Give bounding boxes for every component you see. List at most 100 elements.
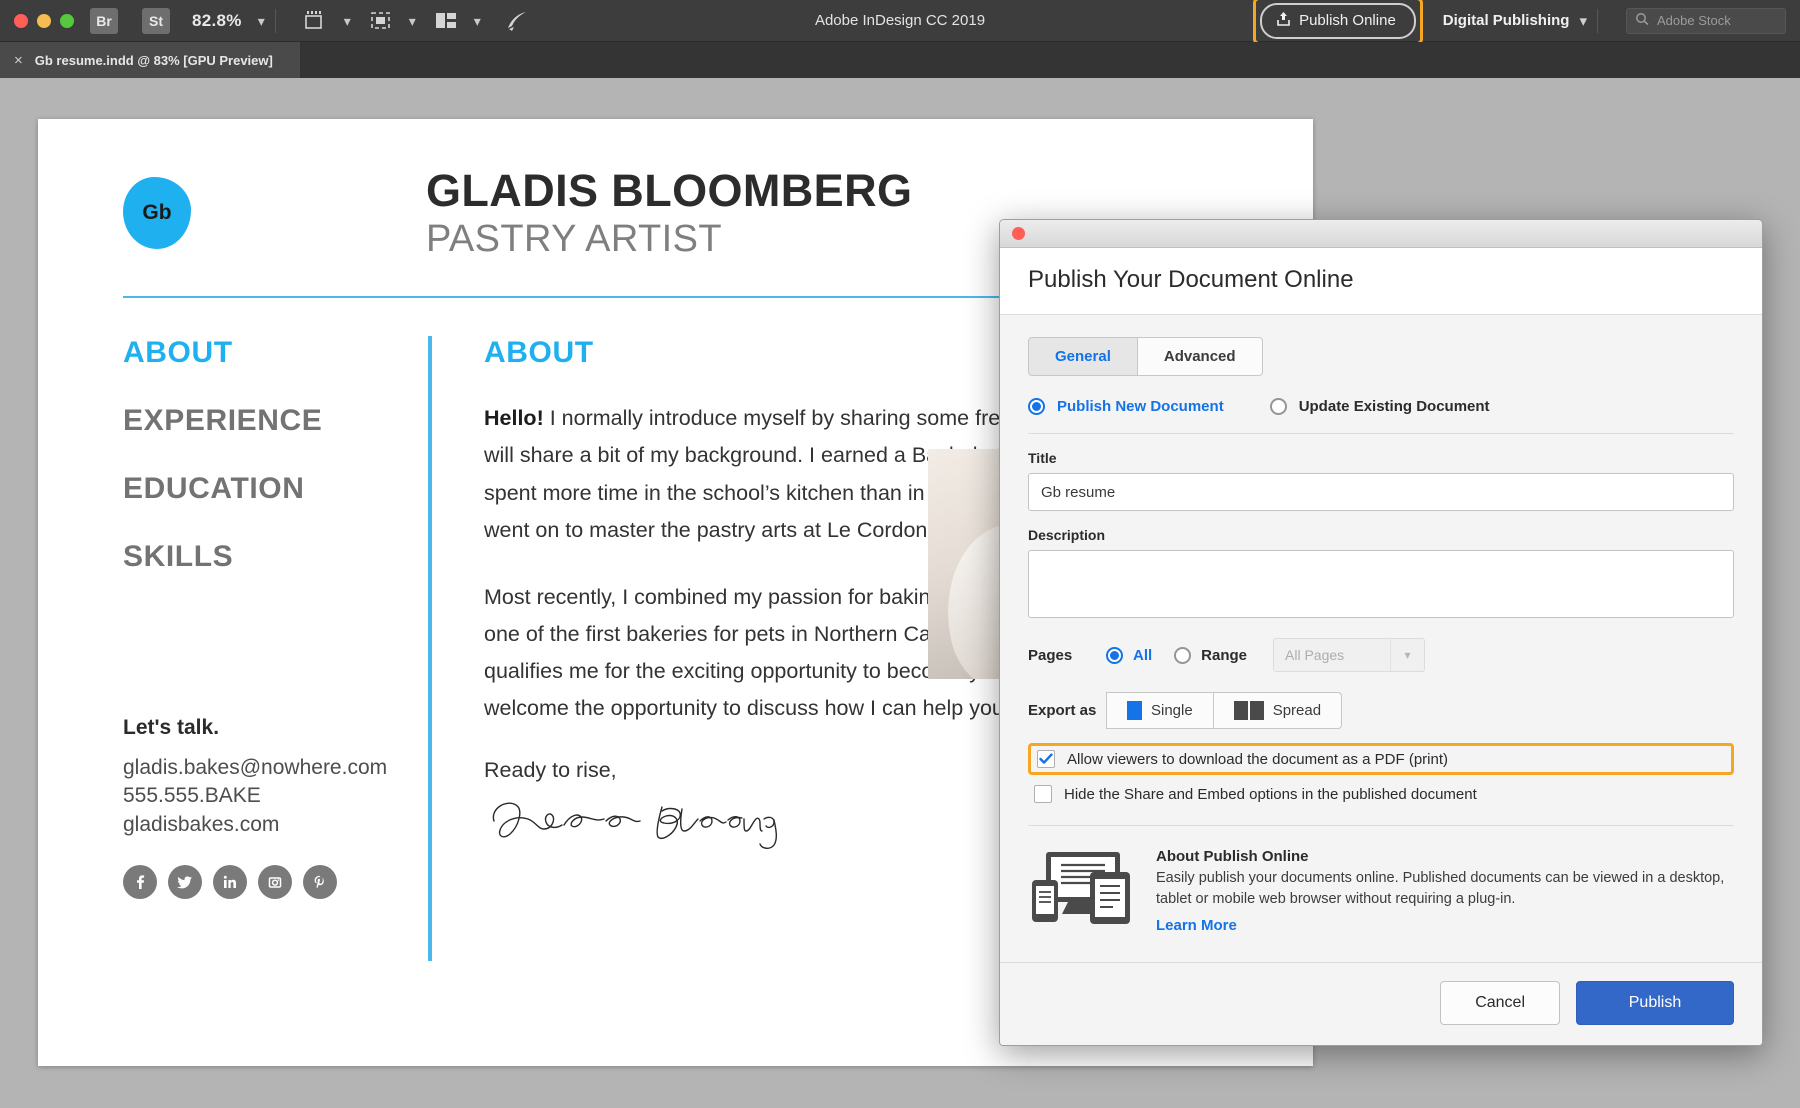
allow-download-checkbox-row[interactable]: Allow viewers to download the document a… xyxy=(1031,746,1731,772)
checkbox-hide-share-embed[interactable] xyxy=(1034,785,1052,803)
resume-nav-experience[interactable]: EXPERIENCE xyxy=(123,404,428,438)
pinterest-icon[interactable] xyxy=(303,865,337,900)
vertical-accent-rule xyxy=(428,336,432,962)
resume-section-nav: ABOUT EXPERIENCE EDUCATION SKILLS Let's … xyxy=(123,336,428,961)
menubar-right-cluster: Publish Online Digital Publishing ▾ Adob… xyxy=(1253,0,1800,45)
window-traffic-lights xyxy=(0,13,74,28)
stock-button[interactable]: St xyxy=(142,7,170,34)
label-pages-range: Range xyxy=(1201,646,1248,664)
minimize-window-button[interactable] xyxy=(37,13,51,28)
arrange-documents-icon[interactable] xyxy=(434,11,458,30)
page-range-select[interactable]: All Pages ▾ xyxy=(1273,638,1426,672)
workspace-chevron-down-icon: ▾ xyxy=(1579,12,1587,30)
contact-website: gladisbakes.com xyxy=(123,812,280,836)
linkedin-icon[interactable] xyxy=(213,865,247,900)
label-publish-new-document: Publish New Document xyxy=(1057,398,1224,415)
search-icon xyxy=(1635,12,1650,29)
close-icon[interactable]: × xyxy=(14,52,23,69)
contact-heading: Let's talk. xyxy=(123,716,220,740)
workspace-switcher[interactable]: Digital Publishing ▾ xyxy=(1443,12,1587,30)
export-as-label: Export as xyxy=(1028,702,1097,719)
workspace-label: Digital Publishing xyxy=(1442,12,1570,29)
resume-name-block: GLADIS BLOOMBERG PASTRY ARTIST xyxy=(426,167,912,260)
resume-nav-skills[interactable]: SKILLS xyxy=(123,540,428,574)
tab-general[interactable]: General xyxy=(1028,337,1138,376)
dialog-body: General Advanced Publish New Document Up… xyxy=(1000,315,1762,962)
hide-share-checkbox-row[interactable]: Hide the Share and Embed options in the … xyxy=(1028,781,1734,807)
learn-more-link[interactable]: Learn More xyxy=(1156,917,1734,934)
dialog-footer: Cancel Publish xyxy=(1000,962,1762,1045)
zoom-level-value[interactable]: 82.8% xyxy=(192,11,242,31)
social-links xyxy=(123,865,428,900)
dialog-header: Publish Your Document Online xyxy=(1000,248,1762,315)
rocket-icon[interactable] xyxy=(505,10,529,32)
about-paragraph-lead: Hello! xyxy=(484,406,544,431)
description-textarea[interactable] xyxy=(1028,550,1734,618)
radio-pages-range[interactable] xyxy=(1174,646,1192,664)
application-menubar: Br St 82.8% ▾ ▾ ▾ ▾ Adobe InDesign CC 20… xyxy=(0,0,1800,45)
radio-update-existing-document[interactable] xyxy=(1269,398,1287,415)
facebook-icon[interactable] xyxy=(123,865,157,900)
cancel-button[interactable]: Cancel xyxy=(1440,981,1560,1025)
document-tab-bar: × Gb resume.indd @ 83% [GPU Preview] xyxy=(0,42,1800,78)
zoom-chevron-down-icon[interactable]: ▾ xyxy=(258,14,265,28)
resume-nav-about[interactable]: ABOUT xyxy=(123,336,428,370)
dialog-close-button[interactable] xyxy=(1012,227,1025,240)
menubar-divider xyxy=(274,8,276,33)
publish-button[interactable]: Publish xyxy=(1576,981,1734,1025)
bridge-button[interactable]: Br xyxy=(90,7,118,34)
close-window-button[interactable] xyxy=(14,13,28,28)
dialog-titlebar xyxy=(1000,220,1762,248)
publish-online-highlight: Publish Online xyxy=(1253,0,1423,45)
title-input[interactable]: Gb resume xyxy=(1028,473,1734,511)
label-hide-share-embed: Hide the Share and Embed options in the … xyxy=(1064,785,1477,803)
about-publish-online-section: About Publish Online Easily publish your… xyxy=(1028,848,1734,934)
publish-online-button[interactable]: Publish Online xyxy=(1260,2,1416,39)
screen-mode-chevron-down-icon[interactable]: ▾ xyxy=(344,14,351,28)
label-pages-all: All xyxy=(1133,646,1153,664)
export-as-row: Export as Single Spread xyxy=(1028,692,1734,729)
contact-phone: 555.555.BAKE xyxy=(123,784,261,808)
radio-pages-all[interactable] xyxy=(1106,646,1123,664)
resume-full-name: GLADIS BLOOMBERG xyxy=(426,165,913,216)
publish-online-label: Publish Online xyxy=(1299,12,1396,29)
document-tab-label: Gb resume.indd @ 83% [GPU Preview] xyxy=(34,52,273,68)
instagram-icon[interactable] xyxy=(258,865,292,900)
resume-job-title: PASTRY ARTIST xyxy=(426,218,722,261)
tab-advanced[interactable]: Advanced xyxy=(1137,337,1263,376)
spread-page-icon xyxy=(1233,701,1264,720)
single-page-icon xyxy=(1127,701,1142,720)
publish-mode-group: Publish New Document Update Existing Doc… xyxy=(1028,398,1734,415)
contact-email: gladis.bakes@nowhere.com xyxy=(123,756,388,780)
about-heading: About Publish Online xyxy=(1156,848,1309,865)
logo-monogram: Gb xyxy=(123,177,191,249)
dialog-divider-top xyxy=(1028,433,1734,434)
pages-label: Pages xyxy=(1028,646,1073,664)
arrange-chevron-down-icon[interactable]: ▾ xyxy=(474,14,481,28)
dialog-divider-bottom xyxy=(1028,825,1734,826)
share-up-icon xyxy=(1276,11,1291,31)
about-body: Easily publish your documents online. Pu… xyxy=(1156,870,1725,907)
label-allow-download: Allow viewers to download the document a… xyxy=(1067,750,1449,768)
document-tab[interactable]: × Gb resume.indd @ 83% [GPU Preview] xyxy=(0,42,300,78)
screen-mode-icon[interactable] xyxy=(304,10,328,31)
dialog-tabs: General Advanced xyxy=(1028,337,1734,376)
title-field-label: Title xyxy=(1028,450,1057,466)
view-mode-icon[interactable] xyxy=(369,10,393,31)
resume-nav-education[interactable]: EDUCATION xyxy=(123,472,428,506)
maximize-window-button[interactable] xyxy=(60,13,74,28)
devices-icon xyxy=(1028,848,1136,934)
about-text-block: About Publish Online Easily publish your… xyxy=(1156,848,1734,934)
view-mode-chevron-down-icon[interactable]: ▾ xyxy=(409,14,416,28)
twitter-icon[interactable] xyxy=(168,865,202,900)
radio-publish-new-document[interactable] xyxy=(1028,398,1045,415)
adobe-stock-search-input[interactable]: Adobe Stock xyxy=(1626,7,1786,34)
contact-block: Let's talk. gladis.bakes@nowhere.com 555… xyxy=(123,716,428,900)
dialog-title: Publish Your Document Online xyxy=(1028,266,1354,293)
chevron-down-icon: ▾ xyxy=(1390,639,1424,671)
publish-online-dialog: Publish Your Document Online General Adv… xyxy=(999,219,1763,1046)
label-update-existing-document: Update Existing Document xyxy=(1298,398,1490,415)
export-single-button[interactable]: Single xyxy=(1106,692,1214,729)
checkbox-allow-download[interactable] xyxy=(1037,750,1055,768)
export-spread-button[interactable]: Spread xyxy=(1213,692,1343,729)
